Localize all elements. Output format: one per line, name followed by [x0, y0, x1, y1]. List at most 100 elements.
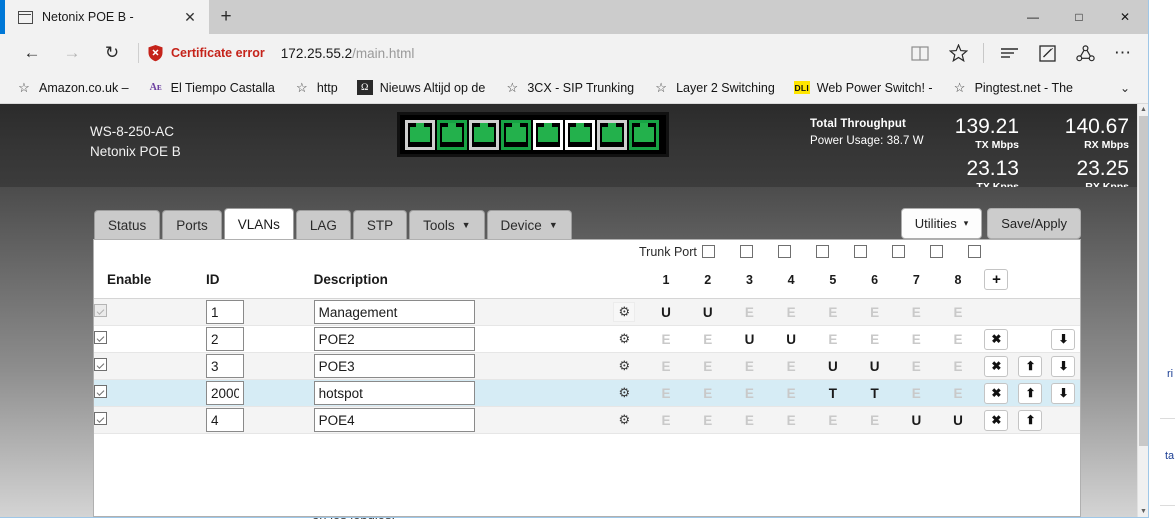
add-vlan-button[interactable]: +: [984, 269, 1009, 290]
cell-port-2[interactable]: U: [686, 298, 729, 326]
tab-lag[interactable]: LAG: [295, 210, 351, 239]
vlan-id-input[interactable]: [205, 408, 244, 432]
cell-port-6[interactable]: E: [853, 298, 896, 326]
bookmark-pingtest[interactable]: ☆ Pingtest.net - The: [952, 80, 1073, 96]
delete-vlan-button[interactable]: ✖: [984, 328, 1009, 350]
cell-port-8[interactable]: E: [937, 379, 979, 407]
vlan-id-input[interactable]: [205, 327, 244, 351]
cell-port-1[interactable]: U: [645, 298, 687, 326]
vlan-description-input[interactable]: [313, 354, 475, 378]
tab-vlans[interactable]: VLANs: [223, 208, 294, 239]
vlan-description-input[interactable]: [313, 300, 475, 324]
reading-view-icon[interactable]: [901, 34, 939, 72]
move-up-button[interactable]: ⬆: [1018, 409, 1043, 431]
cell-port-5[interactable]: E: [812, 298, 854, 326]
cell-port-7[interactable]: U: [895, 406, 938, 434]
cell-port-4[interactable]: U: [770, 325, 813, 353]
cell-port-3[interactable]: E: [728, 352, 771, 380]
cell-port-4[interactable]: E: [770, 406, 813, 434]
back-button[interactable]: ←: [12, 34, 52, 72]
cell-port-6[interactable]: E: [853, 406, 896, 434]
bookmark-3cx[interactable]: ☆ 3CX - SIP Trunking: [504, 80, 635, 96]
gear-icon[interactable]: ⚙: [613, 383, 635, 403]
certificate-error-indicator[interactable]: Certificate error: [147, 44, 265, 62]
cell-port-2[interactable]: E: [686, 379, 729, 407]
bookmark-nieuws[interactable]: Ω Nieuws Altijd op de: [356, 80, 485, 95]
close-window-button[interactable]: ✕: [1102, 0, 1148, 34]
web-note-icon[interactable]: [1028, 34, 1066, 72]
trunk-checkbox-7[interactable]: [929, 245, 943, 258]
enable-checkbox[interactable]: [94, 385, 107, 398]
enable-checkbox[interactable]: [94, 412, 107, 425]
cell-port-5[interactable]: T: [812, 379, 854, 407]
cell-port-5[interactable]: U: [812, 352, 854, 380]
cell-port-7[interactable]: E: [895, 298, 938, 326]
move-down-button[interactable]: ⬇: [1051, 328, 1076, 350]
close-tab-icon[interactable]: ✕: [177, 4, 203, 30]
page-scrollbar[interactable]: ▲ ▼: [1137, 104, 1148, 517]
port-indicator-4[interactable]: [501, 119, 531, 150]
gear-icon[interactable]: ⚙: [613, 410, 635, 430]
cell-port-7[interactable]: E: [895, 325, 938, 353]
vlan-description-input[interactable]: [313, 381, 475, 405]
scrollbar-thumb[interactable]: [1139, 116, 1148, 446]
trunk-checkbox-2[interactable]: [739, 245, 753, 258]
cell-port-5[interactable]: E: [812, 325, 854, 353]
settings-more-icon[interactable]: ⋯: [1104, 34, 1142, 72]
cell-port-3[interactable]: U: [728, 325, 771, 353]
tab-stp[interactable]: STP: [352, 210, 408, 239]
trunk-checkbox-4[interactable]: [815, 245, 829, 258]
bookmark-el-tiempo[interactable]: Aᴇ El Tiempo Castalla: [148, 80, 275, 96]
move-down-button[interactable]: ⬇: [1051, 355, 1076, 377]
favorites-star-icon[interactable]: [939, 34, 977, 72]
vlan-id-input[interactable]: [205, 354, 244, 378]
enable-checkbox[interactable]: [94, 331, 107, 344]
cell-port-3[interactable]: E: [728, 298, 771, 326]
tab-tools[interactable]: Tools ▼: [409, 210, 485, 239]
cell-port-6[interactable]: U: [853, 352, 896, 380]
gear-icon[interactable]: ⚙: [613, 356, 635, 376]
cell-port-1[interactable]: E: [645, 325, 687, 353]
cell-port-1[interactable]: E: [645, 379, 687, 407]
delete-vlan-button[interactable]: ✖: [984, 409, 1009, 431]
bookmark-layer2[interactable]: ☆ Layer 2 Switching: [653, 80, 775, 96]
cell-port-4[interactable]: E: [770, 298, 813, 326]
vlan-id-input[interactable]: [205, 300, 244, 324]
cell-port-6[interactable]: E: [853, 325, 896, 353]
move-up-button[interactable]: ⬆: [1018, 355, 1043, 377]
trunk-checkbox-6[interactable]: [891, 245, 905, 258]
bookmark-http[interactable]: ☆ http: [294, 80, 338, 96]
scroll-down-arrow-icon[interactable]: ▼: [1138, 506, 1148, 517]
vlan-description-input[interactable]: [313, 408, 475, 432]
port-indicator-6[interactable]: [565, 119, 595, 150]
enable-checkbox[interactable]: [94, 358, 107, 371]
delete-vlan-button[interactable]: ✖: [984, 355, 1009, 377]
cell-port-4[interactable]: E: [770, 379, 813, 407]
minimize-button[interactable]: —: [1010, 0, 1056, 34]
delete-vlan-button[interactable]: ✖: [984, 382, 1009, 404]
refresh-button[interactable]: ↻: [92, 34, 132, 72]
cell-port-7[interactable]: E: [895, 379, 938, 407]
move-down-button[interactable]: ⬇: [1051, 382, 1076, 404]
share-icon[interactable]: [1066, 34, 1104, 72]
cell-port-3[interactable]: E: [728, 379, 771, 407]
vlan-description-input[interactable]: [313, 327, 475, 351]
cell-port-6[interactable]: T: [853, 379, 896, 407]
tab-status[interactable]: Status: [94, 210, 161, 239]
cell-port-8[interactable]: E: [937, 352, 979, 380]
vlan-id-input[interactable]: [205, 381, 244, 405]
port-indicator-1[interactable]: [405, 119, 435, 150]
port-indicator-3[interactable]: [469, 119, 499, 150]
bookmark-web-power-switch[interactable]: DLI Web Power Switch! -: [793, 81, 933, 95]
cell-port-8[interactable]: E: [937, 298, 979, 326]
bookmark-amazon[interactable]: ☆ Amazon.co.uk –: [16, 80, 128, 96]
port-indicator-8[interactable]: [629, 119, 659, 150]
trunk-checkbox-5[interactable]: [853, 245, 867, 258]
cell-port-1[interactable]: E: [645, 406, 687, 434]
scroll-up-arrow-icon[interactable]: ▲: [1138, 104, 1148, 115]
tab-ports[interactable]: Ports: [162, 210, 222, 239]
cell-port-1[interactable]: E: [645, 352, 687, 380]
trunk-checkbox-8[interactable]: [967, 245, 981, 258]
address-bar-url[interactable]: 172.25.55.2/main.html: [281, 46, 415, 61]
trunk-checkbox-3[interactable]: [777, 245, 791, 258]
